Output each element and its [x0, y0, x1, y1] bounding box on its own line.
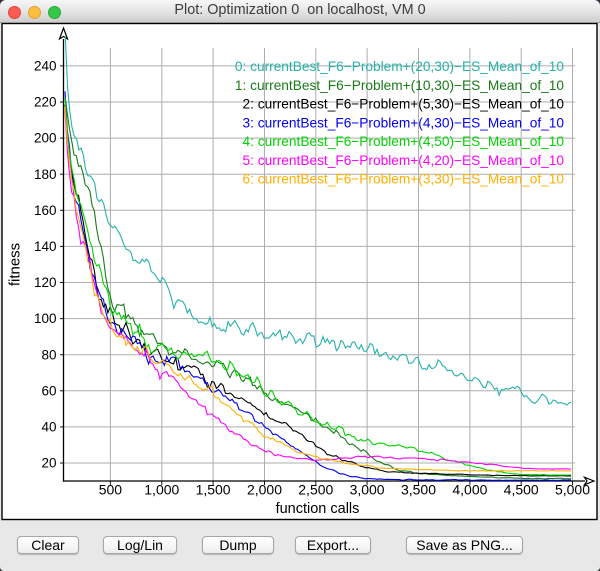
svg-text:120: 120	[34, 275, 57, 290]
svg-text:140: 140	[34, 239, 57, 254]
svg-text:2,500: 2,500	[298, 482, 333, 498]
svg-text:500: 500	[99, 482, 123, 498]
svg-text:20: 20	[41, 456, 56, 471]
svg-text:5,000: 5,000	[555, 482, 590, 498]
svg-text:1,500: 1,500	[196, 482, 231, 498]
svg-text:5: currentBest_F6−Problem+(4,2: 5: currentBest_F6−Problem+(4,20)−ES_Mean…	[243, 153, 565, 168]
svg-text:3,000: 3,000	[350, 482, 385, 498]
svg-text:1: currentBest_F6−Problem+(10,: 1: currentBest_F6−Problem+(10,30)−ES_Mea…	[235, 78, 564, 93]
svg-text:100: 100	[34, 311, 57, 326]
svg-text:80: 80	[41, 347, 56, 362]
svg-text:4,000: 4,000	[452, 482, 487, 498]
svg-text:1,000: 1,000	[144, 482, 179, 498]
svg-text:220: 220	[34, 95, 57, 110]
svg-text:0: currentBest_F6−Problem+(20,: 0: currentBest_F6−Problem+(20,30)−ES_Mea…	[235, 59, 564, 74]
svg-text:40: 40	[41, 420, 56, 435]
svg-text:60: 60	[41, 383, 56, 398]
svg-text:3,500: 3,500	[401, 482, 436, 498]
svg-text:200: 200	[34, 131, 57, 146]
svg-text:fitness: fitness	[7, 243, 24, 286]
svg-text:4: currentBest_F6−Problem+(4,5: 4: currentBest_F6−Problem+(4,50)−ES_Mean…	[243, 134, 565, 149]
svg-text:2,000: 2,000	[247, 482, 282, 498]
svg-text:240: 240	[34, 59, 57, 74]
svg-text:2: currentBest_F6−Problem+(5,3: 2: currentBest_F6−Problem+(5,30)−ES_Mean…	[243, 97, 565, 112]
svg-text:function calls: function calls	[276, 501, 360, 517]
svg-text:160: 160	[34, 203, 57, 218]
svg-text:6: currentBest_F6−Problem+(3,3: 6: currentBest_F6−Problem+(3,30)−ES_Mean…	[243, 172, 565, 187]
svg-text:3: currentBest_F6−Problem+(4,3: 3: currentBest_F6−Problem+(4,30)−ES_Mean…	[243, 115, 565, 130]
svg-text:180: 180	[34, 167, 57, 182]
svg-text:4,500: 4,500	[504, 482, 539, 498]
